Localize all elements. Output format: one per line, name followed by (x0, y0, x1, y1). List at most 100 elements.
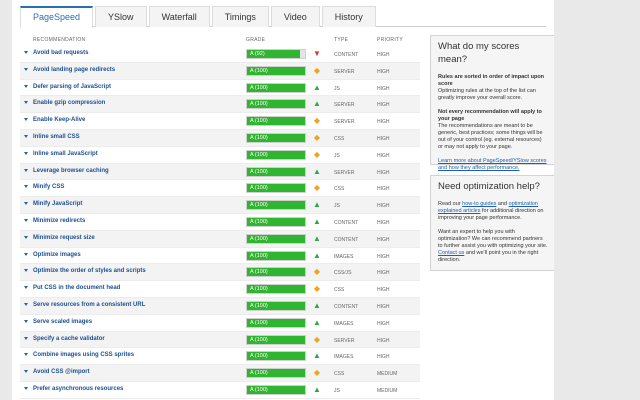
expand-caret-icon[interactable] (24, 286, 28, 290)
grade-label: A (92) (250, 51, 265, 57)
recommendation-name[interactable]: Minify CSS (33, 184, 64, 190)
recommendation-name[interactable]: Optimize images (33, 252, 81, 258)
table-row[interactable]: Avoid bad requests A (92) ▼ CONTENT HIGH (20, 46, 420, 63)
recommendation-name[interactable]: Enable gzip compression (33, 100, 105, 106)
column-recommendation[interactable]: RECOMMENDATION (33, 37, 85, 43)
table-row[interactable]: Combine images using CSS sprites A (100) ▲… (20, 348, 420, 366)
recommendation-name[interactable]: Serve resources from a consistent URL (33, 302, 145, 308)
recommendation-name[interactable]: Specify a cache validator (33, 336, 105, 342)
expand-caret-icon[interactable] (24, 252, 28, 256)
recommendation-name[interactable]: Minimize redirects (33, 218, 85, 224)
tab-waterfall[interactable]: Waterfall (148, 6, 210, 27)
recommendation-name[interactable]: Serve scaled images (33, 319, 92, 325)
recommendation-name[interactable]: Combine images using CSS sprites (33, 352, 134, 358)
grade-bar: A (100) (246, 351, 306, 362)
table-row[interactable]: Specify a cache validator A (100) ◆ SERVER H… (20, 331, 420, 349)
table-row[interactable]: Avoid landing page redirects A (100) ◆ SERV… (20, 62, 420, 80)
recommendations-table: RECOMMENDATION GRADE TYPE PRIORITY Avoid… (20, 34, 420, 399)
expand-caret-icon[interactable] (24, 51, 28, 54)
expand-caret-icon[interactable] (24, 202, 28, 206)
expand-caret-icon[interactable] (24, 235, 28, 239)
table-row[interactable]: Inline small CSS A (100) ◆ CSS HIGH (20, 129, 420, 147)
tab-yslow[interactable]: YSlow (95, 6, 147, 27)
table-row[interactable]: Minify JavaScript A (100) ▲ JS HIGH (20, 197, 420, 214)
grade-label: A (100) (250, 370, 268, 377)
table-row[interactable]: Enable Keep-Alive A (100) ◆ SERVER HIGH (20, 113, 420, 130)
expand-caret-icon[interactable] (24, 302, 28, 306)
recommendation-name[interactable]: Minimize request size (33, 235, 95, 241)
help-p1-mid: and (496, 201, 509, 207)
expand-caret-icon[interactable] (24, 134, 28, 138)
scores-panel-bold-2: Not every recommendation will apply to y… (438, 109, 542, 122)
recommendation-name[interactable]: Minify JavaScript (33, 201, 82, 207)
grade-label: A (100) (250, 269, 268, 276)
grade-label: A (100) (250, 67, 268, 74)
table-row[interactable]: Leverage browser caching A (100) ▲ SERVER HI… (20, 163, 420, 181)
expand-caret-icon[interactable] (24, 185, 28, 189)
table-row[interactable]: Serve resources from a consistent URL A (… (20, 297, 420, 315)
recommendation-name[interactable]: Inline small CSS (33, 134, 80, 140)
scores-panel-block-1: Rules are sorted in order of impact upon… (438, 74, 548, 102)
table-row[interactable]: Minimize redirects A (100) ▲ CONTENT HIGH (20, 213, 420, 231)
trend-up-icon: ▲ (313, 166, 321, 176)
recommendation-name[interactable]: Prefer asynchronous resources (33, 386, 123, 392)
expand-caret-icon[interactable] (24, 386, 28, 390)
recommendation-name[interactable]: Avoid landing page redirects (33, 67, 115, 73)
how-to-guides-link[interactable]: how-to guides (462, 201, 496, 207)
type-label: JS (334, 387, 340, 394)
expand-caret-icon[interactable] (24, 101, 28, 105)
table-row[interactable]: Minimize request size A (100) ▲ CONTENT HIGH (20, 230, 420, 248)
recommendation-name[interactable]: Avoid bad requests (33, 50, 88, 56)
expand-caret-icon[interactable] (24, 336, 28, 340)
trend-neutral-icon: ◆ (313, 334, 321, 344)
recommendation-name[interactable]: Optimize the order of styles and scripts (33, 268, 146, 274)
recommendation-name[interactable]: Inline small JavaScript (33, 151, 98, 157)
table-row[interactable]: Optimize images A (100) ▲ IMAGES HIGH (20, 247, 420, 265)
expand-caret-icon[interactable] (24, 353, 28, 357)
table-row[interactable]: Optimize the order of styles and scripts… (20, 264, 420, 282)
tab-timings[interactable]: Timings (211, 6, 269, 27)
column-type[interactable]: TYPE (334, 37, 348, 43)
table-row[interactable]: Minify CSS A (100) ◆ CSS HIGH (20, 180, 420, 198)
recommendation-name[interactable]: Defer parsing of JavaScript (33, 84, 111, 90)
expand-caret-icon[interactable] (24, 151, 28, 155)
table-row[interactable]: Prefer asynchronous resources A (100) ▲ JS M… (20, 381, 420, 399)
grade-bar: A (100) (246, 368, 306, 379)
expand-caret-icon[interactable] (24, 84, 28, 88)
trend-up-icon: ▲ (313, 250, 321, 260)
type-label: SERVER (334, 337, 355, 344)
table-row[interactable]: Avoid CSS @import A (100) ◆ CSS MEDIUM (20, 365, 420, 382)
table-row[interactable]: Inline small JavaScript A (100) ◆ JS HIGH (20, 146, 420, 164)
type-label: SERVER (334, 102, 355, 109)
expand-caret-icon[interactable] (24, 118, 28, 122)
tab-video[interactable]: Video (270, 6, 320, 27)
grade-bar: A (100) (246, 183, 306, 194)
expand-caret-icon[interactable] (24, 319, 28, 323)
tab-pagespeed[interactable]: PageSpeed (20, 6, 94, 28)
recommendation-name[interactable]: Avoid CSS @import (33, 369, 90, 375)
tab-bar: PageSpeed YSlow Waterfall Timings Video Histo… (20, 6, 546, 28)
recommendation-name[interactable]: Leverage browser caching (33, 168, 109, 174)
grade-bar: A (100) (246, 317, 306, 328)
expand-caret-icon[interactable] (24, 269, 28, 273)
trend-neutral-icon: ◆ (313, 267, 321, 277)
table-row[interactable]: Serve scaled images A (100) ▲ IMAGES HIGH (20, 314, 420, 332)
grade-bar: A (100) (246, 99, 306, 110)
tab-history[interactable]: History (321, 6, 376, 27)
expand-caret-icon[interactable] (24, 370, 28, 374)
priority-label: HIGH (377, 52, 390, 58)
help-p2-pre: Want an expert to help you with optimiza… (438, 229, 548, 249)
column-priority[interactable]: PRIORITY (377, 37, 403, 43)
table-row[interactable]: Put CSS in the document head A (100) ◆ CSS H… (20, 281, 420, 298)
priority-label: HIGH (377, 303, 390, 310)
learn-more-link[interactable]: Learn more about PageSpeed/YSlow scores … (438, 158, 547, 171)
contact-us-link[interactable]: Contact us (438, 250, 464, 256)
table-row[interactable]: Defer parsing of JavaScript A (100) ▲ JS HIG… (20, 79, 420, 97)
recommendation-name[interactable]: Put CSS in the document head (33, 285, 120, 291)
table-row[interactable]: Enable gzip compression A (100) ▲ SERVER HIG… (20, 96, 420, 114)
recommendation-name[interactable]: Enable Keep-Alive (33, 117, 85, 123)
expand-caret-icon[interactable] (24, 218, 28, 222)
column-grade[interactable]: GRADE (246, 37, 265, 43)
expand-caret-icon[interactable] (24, 168, 28, 172)
expand-caret-icon[interactable] (24, 67, 28, 71)
